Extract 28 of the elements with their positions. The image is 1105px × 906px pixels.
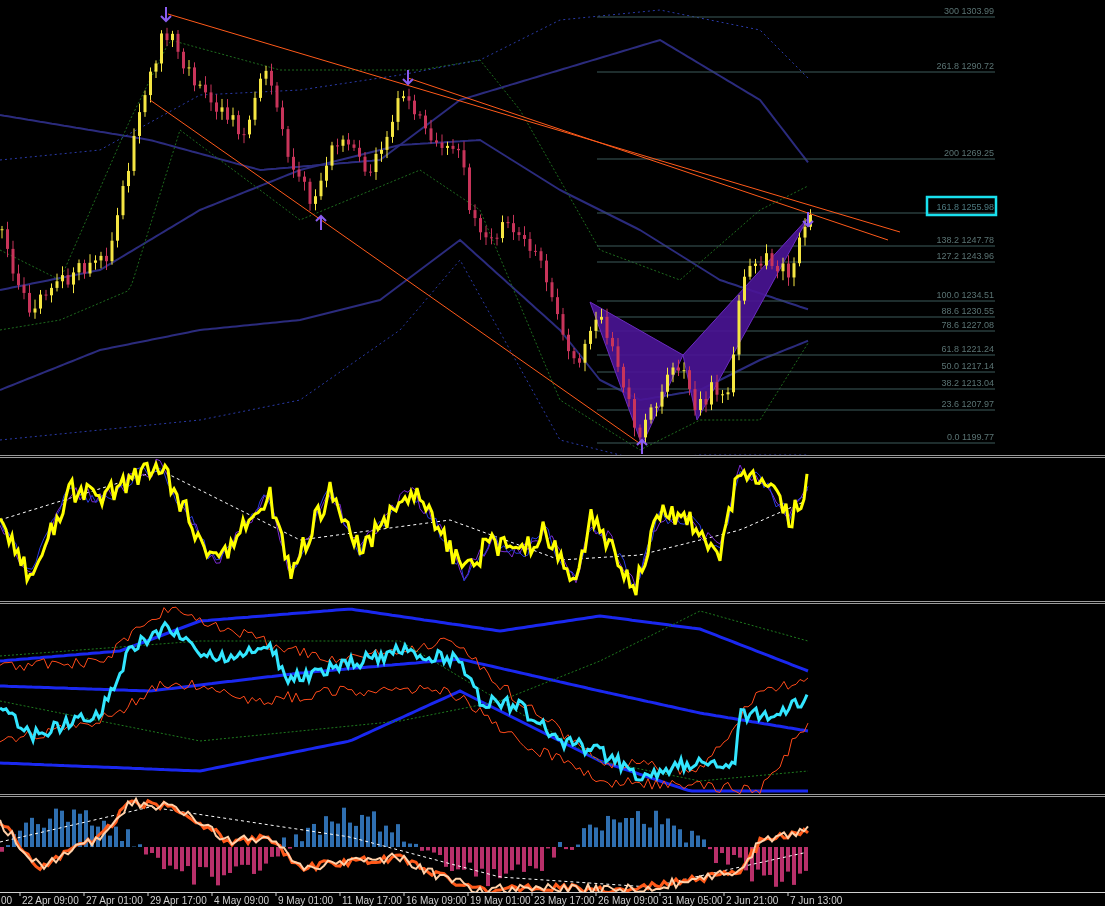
fib-level-label: 300 1303.99 xyxy=(943,6,994,16)
time-label: 9 May 01:00 xyxy=(278,895,334,906)
fib-level-label: 50.0 1217.14 xyxy=(941,361,994,371)
fib-level-label: 100.0 1234.51 xyxy=(936,290,994,300)
fib-level-label: 38.2 1213.04 xyxy=(941,378,994,388)
time-label: 16 May 09:00 xyxy=(406,895,467,906)
fib-level-label: 138.2 1247.78 xyxy=(936,235,994,245)
time-label: 4 May 09:00 xyxy=(214,895,270,906)
fib-level-label: 261.8 1290.72 xyxy=(936,61,994,71)
time-label: 19 May 01:00 xyxy=(470,895,531,906)
time-label: 2 Jun 21:00 xyxy=(726,895,779,906)
time-label: 11 May 17:00 xyxy=(342,895,402,906)
fib-level-label: 161.8 1255.98 xyxy=(936,202,994,212)
time-label: 7 Jun 13:00 xyxy=(790,895,843,906)
fib-level-label: 23.6 1207.97 xyxy=(941,399,994,409)
fib-level-label: 78.6 1227.08 xyxy=(941,320,994,330)
fib-level-label: 200 1269.25 xyxy=(943,148,994,158)
time-label: 22 Apr 09:00 xyxy=(22,895,79,906)
time-label: 26 May 09:00 xyxy=(598,895,659,906)
fib-level-label: 61.8 1221.24 xyxy=(941,344,994,354)
time-label: 23 May 17:00 xyxy=(534,895,595,906)
time-label: 29 Apr 17:00 xyxy=(150,895,207,906)
time-label: 31 May 05:00 xyxy=(662,895,723,906)
fib-level-label: 0.0 1199.77 xyxy=(947,432,994,442)
time-label: 00 xyxy=(1,895,13,906)
fib-level-label: 127.2 1243.96 xyxy=(936,251,994,261)
time-label: 27 Apr 01:00 xyxy=(86,895,143,906)
fib-level-label: 88.6 1230.55 xyxy=(941,306,994,316)
